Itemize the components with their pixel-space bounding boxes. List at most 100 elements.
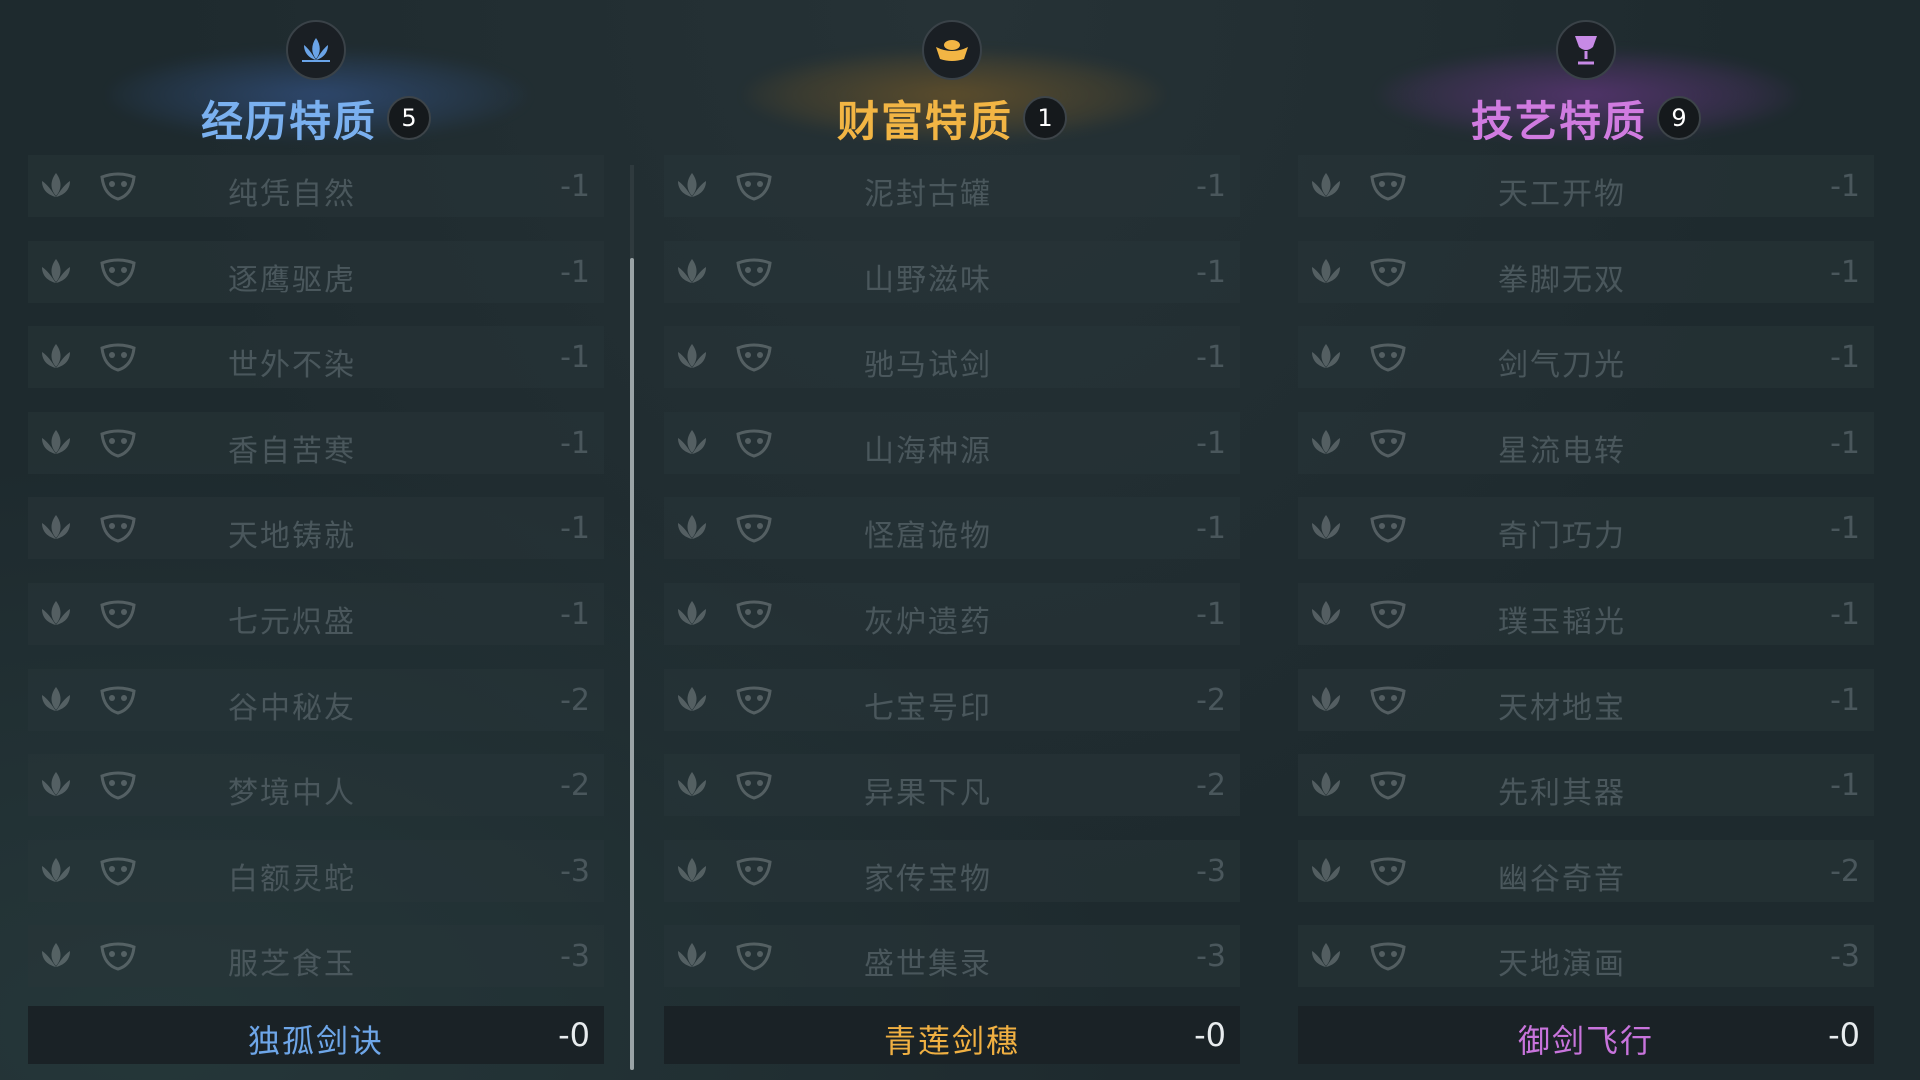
trait-name: 世外不染 <box>228 348 356 384</box>
trait-name: 剑气刀光 <box>1498 348 1626 384</box>
trait-row[interactable]: 七宝号印 -2 <box>664 668 1240 731</box>
trait-name: 七元炽盛 <box>228 604 356 640</box>
skill-title-row: 技艺特质 9 <box>1298 88 1874 148</box>
mask-icon <box>1370 343 1406 372</box>
lotus-icon <box>1312 857 1340 882</box>
trait-row[interactable]: 山海种源 -1 <box>664 411 1240 474</box>
trait-row[interactable]: 剑气刀光 -1 <box>1298 326 1874 389</box>
trait-row[interactable]: 七元炽盛 -1 <box>28 582 604 645</box>
trait-row[interactable]: 服芝食玉 -3 <box>28 925 604 988</box>
trait-cost: -1 <box>1830 425 1860 461</box>
trait-row[interactable]: 天材地宝 -1 <box>1298 668 1874 731</box>
skill-header: 技艺特质 9 <box>1298 0 1874 150</box>
trait-row[interactable]: 璞玉韬光 -1 <box>1298 582 1874 645</box>
mask-icon <box>1370 258 1406 287</box>
column-title: 经历特质 <box>200 96 377 146</box>
trait-cost: -1 <box>560 596 590 632</box>
lotus-icon <box>42 173 70 197</box>
trait-name: 璞玉韬光 <box>1498 604 1626 640</box>
experience-trait-column: 经历特质 5 纯凭自然 -1 逐鹰驱虎 -1 世外不染 -1 香自苦寒 -1 天… <box>28 0 604 1080</box>
mask-icon <box>100 771 136 800</box>
lotus-icon <box>1312 258 1340 283</box>
trait-name: 泥封古罐 <box>864 177 992 212</box>
trait-row[interactable]: 香自苦寒 -1 <box>28 411 604 474</box>
trait-row[interactable]: 灰炉遗药 -1 <box>664 582 1240 645</box>
trait-row[interactable]: 天地铸就 -1 <box>28 497 604 560</box>
trait-cost: -1 <box>1830 768 1860 804</box>
trait-cost: -1 <box>1830 511 1860 547</box>
column-title: 财富特质 <box>836 96 1013 146</box>
trait-list: 天工开物 -1 拳脚无双 -1 剑气刀光 -1 星流电转 -1 奇门巧力 -1 … <box>1298 155 1874 1011</box>
trait-name: 谷中秘友 <box>228 690 356 726</box>
mask-icon <box>736 258 772 287</box>
trait-row[interactable]: 怪窟诡物 -1 <box>664 497 1240 560</box>
trait-name: 星流电转 <box>1498 433 1626 469</box>
lotus-icon <box>42 515 70 540</box>
lotus-icon <box>1312 173 1340 197</box>
mask-icon <box>736 771 772 800</box>
mask-icon <box>100 514 136 543</box>
trait-row[interactable]: 纯凭自然 -1 <box>28 155 604 217</box>
scrollbar-thumb[interactable] <box>630 258 634 1070</box>
lotus-icon <box>678 772 706 797</box>
trait-name: 拳脚无双 <box>1498 262 1626 298</box>
selected-trait[interactable]: 独孤剑诀 -0 <box>28 1006 604 1064</box>
trait-row[interactable]: 白额灵蛇 -3 <box>28 839 604 902</box>
trait-row[interactable]: 天地演画 -3 <box>1298 925 1874 988</box>
trait-cost: -3 <box>560 939 590 975</box>
trait-cost: -2 <box>1196 768 1226 804</box>
mask-icon <box>100 686 136 715</box>
trait-name: 梦境中人 <box>228 776 356 812</box>
trait-row[interactable]: 家传宝物 -3 <box>664 839 1240 902</box>
trait-row[interactable]: 奇门巧力 -1 <box>1298 497 1874 560</box>
trait-selection-screen: 经历特质 5 纯凭自然 -1 逐鹰驱虎 -1 世外不染 -1 香自苦寒 -1 天… <box>0 0 1920 1080</box>
selected-trait-name: 青莲剑穗 <box>883 1022 1020 1060</box>
trait-name: 逐鹰驱虎 <box>228 262 356 298</box>
wealth-header: 财富特质 1 <box>664 0 1240 150</box>
trait-row[interactable]: 幽谷奇音 -2 <box>1298 839 1874 902</box>
trait-name: 怪窟诡物 <box>864 519 992 555</box>
trait-row[interactable]: 世外不染 -1 <box>28 326 604 389</box>
trait-row[interactable]: 山野滋味 -1 <box>664 240 1240 303</box>
lotus-icon <box>1312 515 1340 540</box>
lotus-icon <box>42 600 70 625</box>
selected-trait[interactable]: 御剑飞行 -0 <box>1298 1006 1874 1064</box>
trait-name: 驰马试剑 <box>864 348 992 384</box>
trait-name: 天工开物 <box>1498 177 1626 212</box>
trait-row[interactable]: 拳脚无双 -1 <box>1298 240 1874 303</box>
trait-name: 天材地宝 <box>1498 690 1626 726</box>
trait-row[interactable]: 盛世集录 -3 <box>664 925 1240 988</box>
lotus-icon <box>42 943 70 968</box>
trait-cost: -1 <box>1830 682 1860 718</box>
trait-name: 天地演画 <box>1498 947 1626 983</box>
trait-row[interactable]: 泥封古罐 -1 <box>664 155 1240 217</box>
trait-row[interactable]: 先利其器 -1 <box>1298 754 1874 817</box>
mask-icon <box>100 258 136 287</box>
mask-icon <box>1370 686 1406 715</box>
trait-name: 天地铸就 <box>228 519 356 555</box>
trait-name: 服芝食玉 <box>228 947 356 983</box>
trait-row[interactable]: 逐鹰驱虎 -1 <box>28 240 604 303</box>
trait-name: 山海种源 <box>864 433 992 469</box>
mask-icon <box>100 942 136 971</box>
count-badge: 9 <box>1657 96 1701 140</box>
trait-row[interactable]: 梦境中人 -2 <box>28 754 604 817</box>
mask-icon <box>1370 429 1406 458</box>
trait-list: 纯凭自然 -1 逐鹰驱虎 -1 世外不染 -1 香自苦寒 -1 天地铸就 -1 … <box>28 155 604 1011</box>
trait-name: 纯凭自然 <box>228 177 356 212</box>
lotus-icon <box>42 344 70 369</box>
mask-icon <box>1370 514 1406 543</box>
mask-icon <box>100 857 136 886</box>
trait-row[interactable]: 星流电转 -1 <box>1298 411 1874 474</box>
trait-cost: -1 <box>560 511 590 547</box>
trait-row[interactable]: 驰马试剑 -1 <box>664 326 1240 389</box>
mask-icon <box>1370 600 1406 629</box>
trait-cost: -2 <box>1830 853 1860 889</box>
trait-row[interactable]: 谷中秘友 -2 <box>28 668 604 731</box>
trait-row[interactable]: 天工开物 -1 <box>1298 155 1874 217</box>
selected-trait[interactable]: 青莲剑穗 -0 <box>664 1006 1240 1064</box>
selected-trait-name: 独孤剑诀 <box>247 1022 384 1060</box>
trait-row[interactable]: 异果下凡 -2 <box>664 754 1240 817</box>
mask-icon <box>736 429 772 458</box>
gold-ingot-icon <box>922 20 982 80</box>
